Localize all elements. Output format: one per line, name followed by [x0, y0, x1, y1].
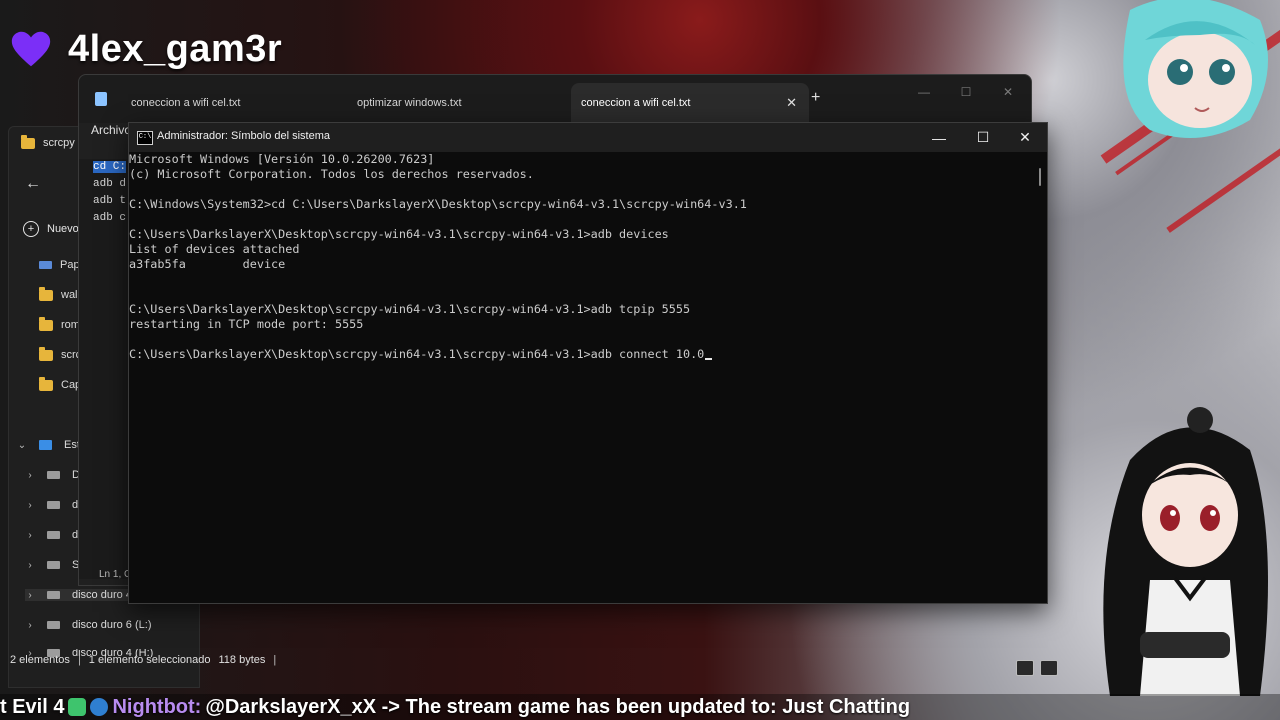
- plus-icon: +: [23, 221, 39, 237]
- computer-icon: [39, 440, 52, 450]
- chevron-right-icon: ›: [28, 529, 32, 541]
- quick-access-item[interactable]: scrc: [39, 346, 81, 361]
- drive-label: disco duro 4: [72, 589, 132, 601]
- view-toggle[interactable]: [1016, 660, 1058, 676]
- text-cursor: [705, 358, 713, 360]
- cursor-position: Ln 1, C: [99, 569, 132, 580]
- tiles-view-icon[interactable]: [1040, 660, 1058, 676]
- editor-line: adb c: [93, 212, 127, 224]
- tab-label: coneccion a wifi cel.txt: [131, 97, 241, 109]
- cmd-line: restarting in TCP mode port: 5555: [129, 317, 364, 331]
- close-button[interactable]: ✕: [1003, 123, 1047, 152]
- drive-label: disco duro 6 (L:): [72, 619, 152, 631]
- chat-message: @DarkslayerX_xX -> The stream game has b…: [205, 695, 911, 718]
- new-button[interactable]: + Nuevo: [23, 221, 79, 237]
- document-icon: [39, 261, 52, 269]
- cmd-prompt-text: C:\Users\DarkslayerX\Desktop\scrcpy-win6…: [129, 347, 705, 361]
- explorer-tab[interactable]: scrcpy: [21, 134, 75, 149]
- quick-access-item[interactable]: Pap: [39, 259, 80, 271]
- cmd-titlebar: C:\ Administrador: Símbolo del sistema —…: [129, 123, 1047, 152]
- chat-ticker: t Evil 4 Nightbot: @DarkslayerX_xX -> Th…: [0, 694, 1280, 720]
- quick-access-item[interactable]: wall: [39, 286, 80, 301]
- tab-label: coneccion a wifi cel.txt: [581, 97, 691, 109]
- editor-line: adb d: [93, 178, 127, 190]
- drive-item[interactable]: › Di: [25, 469, 82, 481]
- cmd-line: C:\Users\DarkslayerX\Desktop\scrcpy-win6…: [129, 227, 669, 241]
- folder-icon: [39, 376, 53, 391]
- scrollbar-thumb[interactable]: [1039, 168, 1041, 186]
- drive-item[interactable]: › dis: [25, 499, 86, 511]
- ticker-prefix: t Evil 4: [0, 695, 65, 718]
- item-count: 2 elementos: [10, 654, 70, 666]
- chevron-right-icon: ›: [28, 499, 32, 511]
- vtuber-avatar-dark-hair: [1103, 407, 1268, 696]
- cmd-line: (c) Microsoft Corporation. Todos los der…: [129, 167, 534, 181]
- cmd-app-icon: C:\: [137, 131, 153, 145]
- heart-icon: [11, 31, 51, 67]
- chevron-right-icon: ›: [28, 619, 32, 631]
- notepad-tab[interactable]: coneccion a wifi cel.txt: [119, 83, 351, 123]
- folder-icon: [39, 316, 53, 331]
- maximize-button[interactable]: ☐: [961, 123, 1005, 152]
- cmd-line: List of devices attached: [129, 242, 300, 256]
- cmd-line: a3fab5fa device: [129, 257, 286, 271]
- chevron-down-icon: ⌄: [17, 439, 27, 451]
- drive-icon: [47, 591, 60, 599]
- minimize-button[interactable]: —: [909, 81, 939, 103]
- selection-count: 1 elemento seleccionado: [88, 654, 211, 666]
- explorer-status-bar: 2 elementos | 1 elemento seleccionado 11…: [10, 654, 276, 666]
- status-separator: |: [273, 654, 277, 666]
- cmd-line: Microsoft Windows [Versión 10.0.26200.76…: [129, 152, 435, 166]
- chevron-right-icon: ›: [28, 559, 32, 571]
- quick-access-item[interactable]: Cap: [39, 376, 81, 391]
- cmd-output[interactable]: Microsoft Windows [Versión 10.0.26200.76…: [129, 152, 1047, 603]
- drive-item[interactable]: › disco duro 6 (L:): [25, 619, 151, 631]
- streamer-name: 4lex_gam3r: [68, 27, 283, 70]
- editor-line: cd C:: [93, 161, 127, 173]
- drive-icon: [47, 621, 60, 629]
- notepad-titlebar: coneccion a wifi cel.txt optimizar windo…: [79, 75, 1031, 123]
- status-separator: |: [77, 654, 81, 666]
- close-button[interactable]: ✕: [993, 81, 1023, 103]
- notepad-app-icon: [95, 92, 107, 106]
- close-tab-icon[interactable]: ✕: [786, 95, 797, 111]
- maximize-button[interactable]: ☐: [951, 81, 981, 103]
- new-button-label: Nuevo: [47, 223, 79, 235]
- drive-icon: [47, 531, 60, 539]
- cmd-line: C:\Users\DarkslayerX\Desktop\scrcpy-win6…: [129, 302, 691, 316]
- cmd-line: C:\Windows\System32>cd C:\Users\Darkslay…: [129, 197, 747, 211]
- details-view-icon[interactable]: [1016, 660, 1034, 676]
- bot-badge-icon: [90, 698, 109, 716]
- chevron-right-icon: ›: [28, 589, 32, 601]
- drive-item[interactable]: › dis: [25, 529, 86, 541]
- file-menu[interactable]: Archivo: [91, 123, 131, 137]
- chat-username: Nightbot:: [112, 695, 202, 718]
- streamer-overlay: 4lex_gam3r: [8, 24, 282, 74]
- notepad-tab-active[interactable]: coneccion a wifi cel.txt ✕: [571, 83, 809, 123]
- chevron-right-icon: ›: [28, 469, 32, 481]
- drive-icon: [47, 471, 60, 479]
- quick-access-item[interactable]: rom: [39, 316, 80, 331]
- editor-line: adb t: [93, 195, 127, 207]
- tab-label: optimizar windows.txt: [357, 97, 462, 109]
- back-arrow-icon[interactable]: ←: [25, 175, 41, 193]
- folder-icon: [39, 346, 53, 361]
- quick-access-label: Pap: [60, 259, 80, 271]
- notepad-tab[interactable]: optimizar windows.txt: [345, 83, 577, 123]
- selection-size: 118 bytes: [218, 654, 266, 666]
- moderator-badge-icon: [68, 698, 87, 716]
- this-pc-item[interactable]: ⌄ Este: [17, 439, 86, 451]
- explorer-tab-label: scrcpy: [43, 137, 75, 149]
- folder-icon: [39, 286, 53, 301]
- vtuber-avatar-teal: [1123, 0, 1268, 138]
- minimize-button[interactable]: —: [917, 123, 961, 152]
- drive-icon: [47, 501, 60, 509]
- drive-icon: [47, 561, 60, 569]
- command-prompt-window[interactable]: C:\ Administrador: Símbolo del sistema —…: [128, 122, 1048, 604]
- new-tab-button[interactable]: +: [811, 89, 820, 107]
- cmd-title: Administrador: Símbolo del sistema: [157, 130, 331, 142]
- cmd-input-line[interactable]: C:\Users\DarkslayerX\Desktop\scrcpy-win6…: [129, 347, 713, 362]
- folder-icon: [21, 134, 35, 149]
